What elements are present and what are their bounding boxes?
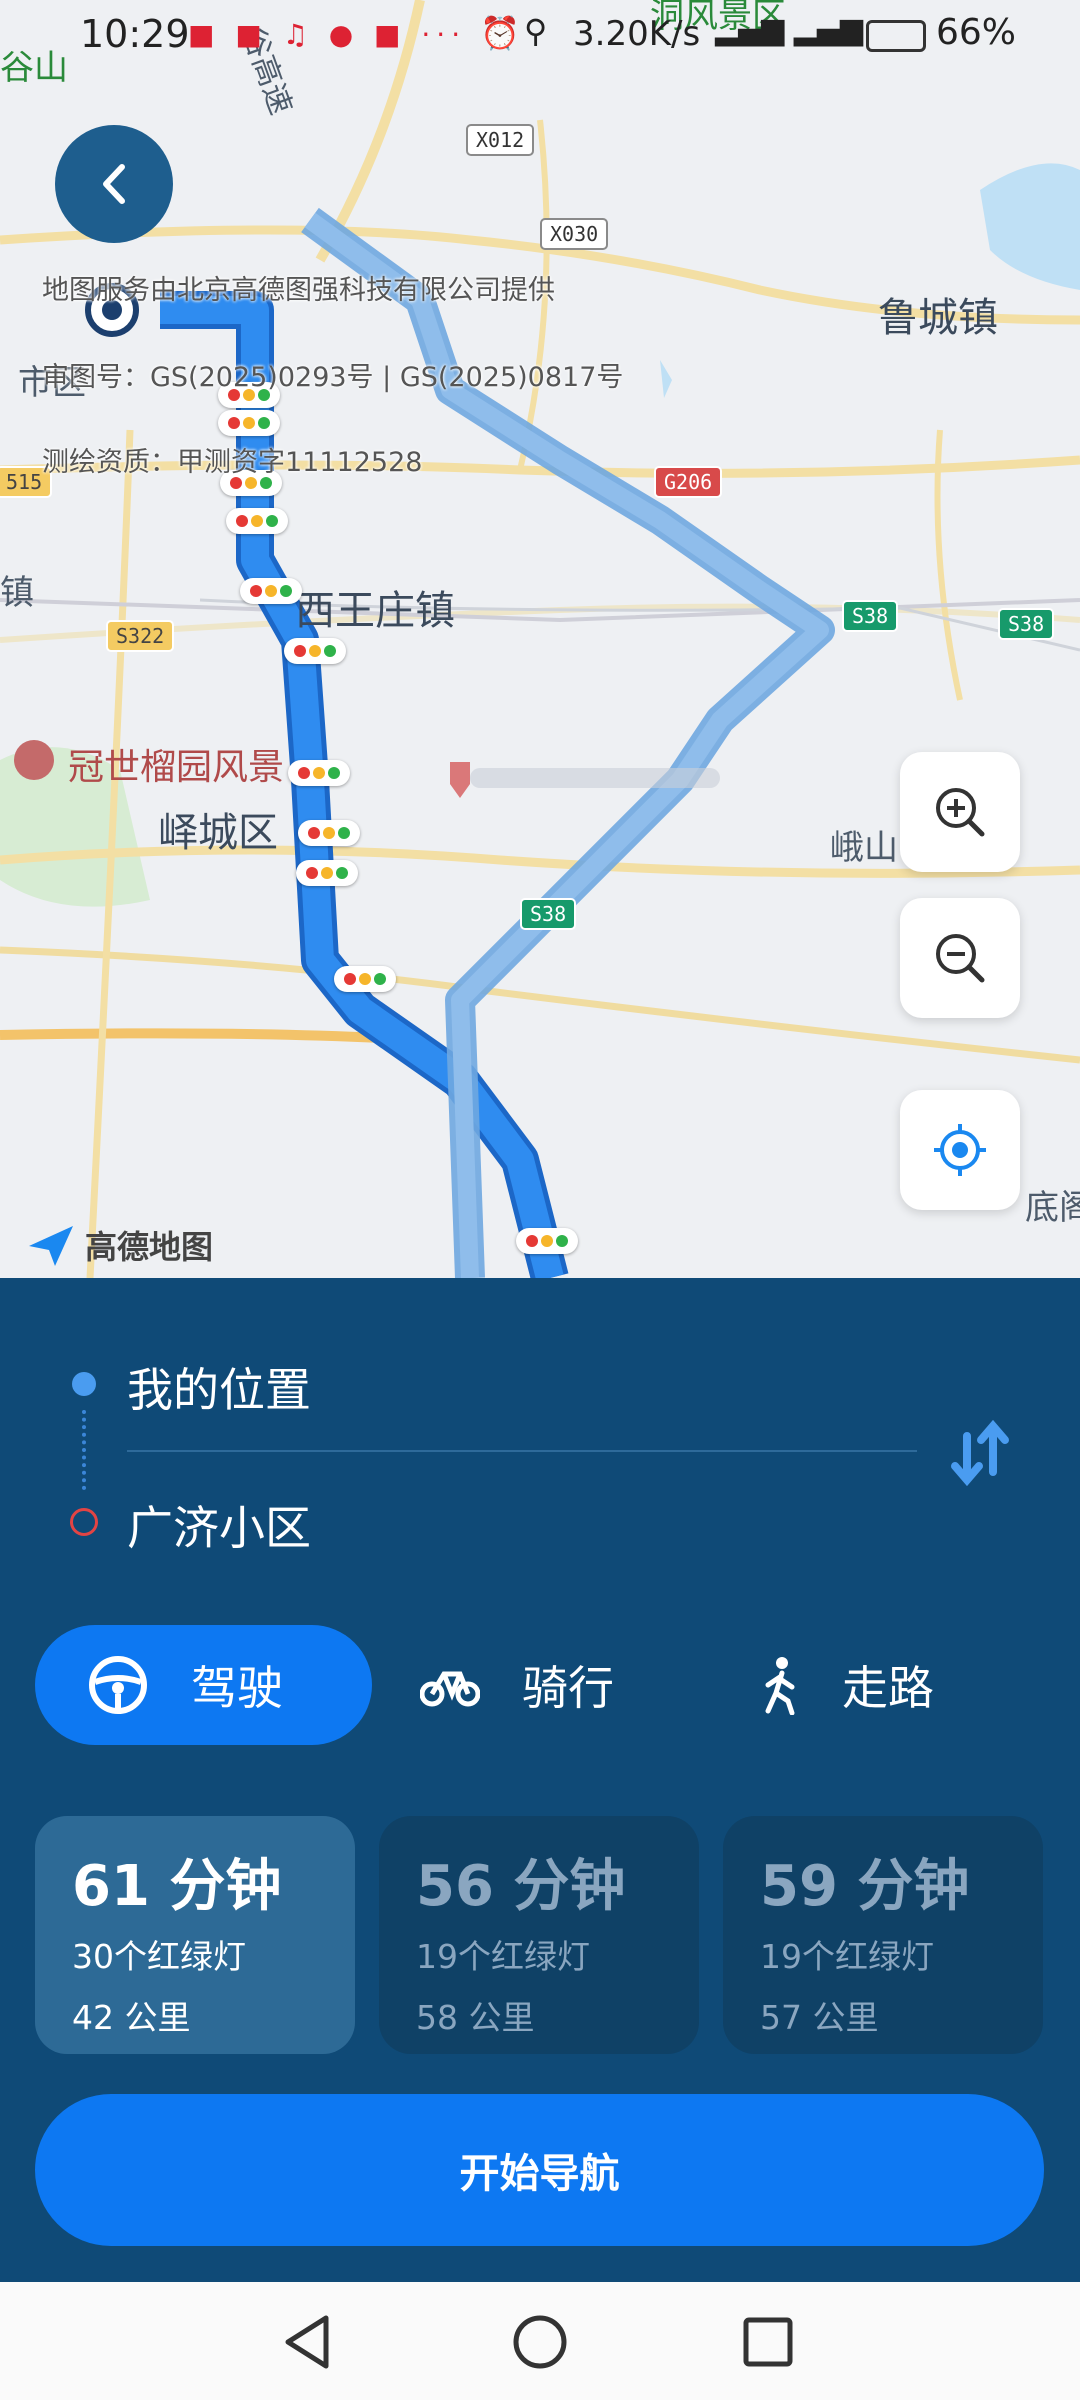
nav-home-icon[interactable]	[510, 2312, 570, 2372]
amap-logo-icon	[29, 1226, 73, 1266]
divider	[127, 1450, 917, 1452]
battery-icon	[866, 20, 926, 52]
road-shield: S322	[106, 620, 175, 652]
map-label: 底阁	[1025, 1188, 1080, 1228]
battery-level: 66%	[936, 12, 1017, 53]
amap-logo: 高德地图	[25, 1222, 213, 1268]
status-time: 10:29	[80, 12, 190, 56]
traffic-light-icon	[334, 966, 396, 992]
system-nav-bar	[0, 2282, 1080, 2400]
traffic-light-icon	[284, 638, 346, 664]
traffic-light-icon	[516, 1228, 578, 1254]
location-icon: ⚲	[524, 12, 548, 50]
map-provider-text: 地图服务由北京高德图强科技有限公司提供	[42, 275, 555, 306]
start-navigation-button[interactable]: 开始导航	[35, 2094, 1044, 2246]
route-option-card[interactable]: 56 分钟 19个红绿灯 58 公里	[379, 1816, 699, 2054]
road-shield: G206	[654, 466, 723, 498]
nav-recents-icon[interactable]	[738, 2312, 798, 2372]
mode-bike-tab[interactable]: 骑行	[420, 1625, 614, 1745]
zoom-out-icon	[936, 934, 985, 983]
destination-field[interactable]: 广济小区	[127, 1492, 311, 1558]
origin-dot-icon	[72, 1372, 96, 1396]
status-bar: 10:29 ■ ■ ♫ ● ■ ··· ⏰ ⚲ 3.20K/s ▂▄▆ ▂▄▆ …	[0, 0, 1080, 72]
route-traffic-lights: 30个红绿灯	[72, 1937, 246, 1976]
route-traffic-lights: 19个红绿灯	[416, 1937, 590, 1976]
road-shield: X012	[466, 124, 535, 156]
guanshi-poi-icon	[14, 740, 54, 780]
destination-dot-icon	[70, 1508, 98, 1536]
chevron-left-icon	[103, 164, 125, 204]
map-label: 峨山	[830, 828, 898, 868]
route-duration: 59 分钟	[760, 1854, 970, 1919]
zoom-out-button[interactable]	[900, 898, 1020, 1018]
mode-label: 骑行	[522, 1661, 614, 1715]
road-shield: X030	[540, 218, 609, 250]
map-view[interactable]: 谷山 谷高速 洞风景区 鲁城镇 西王庄镇 冠世榴园风景 峄城区 峨山 底阁 镇 …	[0, 0, 1080, 1278]
route-distance: 57 公里	[760, 1998, 879, 2037]
map-label: 冠世榴园风景	[68, 747, 285, 788]
mode-label: 走路	[842, 1661, 934, 1715]
traffic-light-icon	[240, 578, 302, 604]
route-distance: 58 公里	[416, 1998, 535, 2037]
road-shield: S38	[520, 898, 577, 930]
steering-wheel-icon	[89, 1656, 147, 1714]
wifi-signal-icon: ▂▄▆ ▂▄▆	[715, 12, 863, 47]
map-review-number: 审图号：GS(2025)0293号 | GS(2025)0817号	[42, 362, 624, 393]
origin-field[interactable]: 我的位置	[127, 1354, 311, 1420]
walking-icon	[765, 1657, 795, 1715]
map-label: 鲁城镇	[878, 295, 998, 341]
amap-logo-text: 高德地图	[85, 1228, 214, 1266]
road-shield: S38	[998, 608, 1055, 640]
nav-back-icon[interactable]	[280, 2312, 340, 2372]
route-connector	[82, 1410, 86, 1490]
traffic-light-icon	[298, 820, 360, 846]
my-location-button[interactable]	[900, 1090, 1020, 1210]
notification-icons: ■ ■ ♫ ● ■ ···	[188, 18, 467, 51]
network-speed: 3.20K/s	[573, 14, 701, 54]
swap-button[interactable]	[945, 1418, 1015, 1488]
route-option-card[interactable]: 59 分钟 19个红绿灯 57 公里	[723, 1816, 1043, 2054]
zoom-in-button[interactable]	[900, 752, 1020, 872]
alarm-icon: ⏰	[480, 14, 520, 52]
route-traffic-lights: 19个红绿灯	[760, 1937, 934, 1976]
mode-walk-tab[interactable]: 走路	[758, 1625, 934, 1745]
bicycle-icon	[420, 1671, 480, 1707]
locate-icon	[934, 1124, 986, 1176]
map-label: 镇	[0, 573, 34, 613]
route-duration: 61 分钟	[72, 1854, 282, 1919]
traffic-light-icon	[218, 410, 280, 436]
mode-drive-tab[interactable]: 驾驶	[35, 1625, 372, 1745]
route-option-card[interactable]: 61 分钟 30个红绿灯 42 公里	[35, 1816, 355, 2054]
map-label: 西王庄镇	[295, 588, 455, 634]
road-shield: S38	[842, 600, 899, 632]
map-label: 峄城区	[158, 810, 278, 856]
swap-icon	[951, 1419, 1009, 1487]
traffic-light-icon	[226, 508, 288, 534]
mode-label: 驾驶	[191, 1661, 283, 1715]
route-distance: 42 公里	[72, 1998, 191, 2037]
zoom-in-icon	[936, 788, 985, 837]
route-duration: 56 分钟	[416, 1854, 626, 1919]
map-survey-license: 测绘资质：甲测资字11112528	[42, 447, 423, 478]
traffic-light-icon	[288, 760, 350, 786]
back-button[interactable]	[55, 125, 173, 243]
traffic-light-icon	[296, 860, 358, 886]
